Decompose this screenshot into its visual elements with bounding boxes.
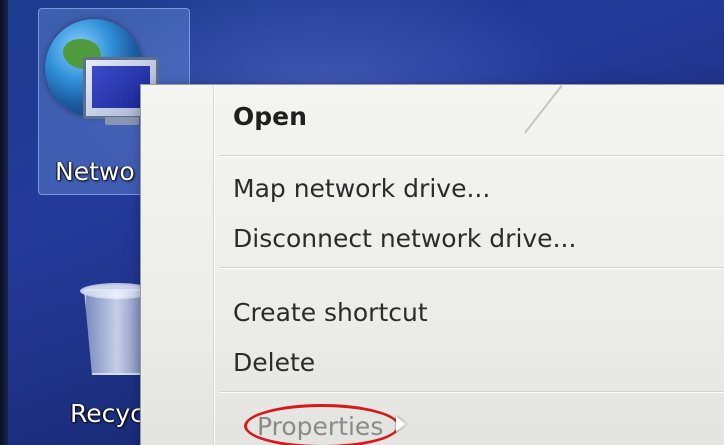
context-menu: Open Map network drive... Disconnect net…: [140, 84, 724, 445]
menu-separator: [219, 391, 724, 393]
menu-separator: [219, 155, 724, 157]
screen-bezel: [0, 0, 8, 445]
menu-item-map-network-drive[interactable]: Map network drive...: [233, 167, 721, 211]
mouse-cursor-icon: [396, 416, 406, 432]
menu-gutter: [213, 85, 215, 445]
desktop-icon-label: Netwo: [55, 157, 135, 186]
desktop: Netwo Recycle Open Map network drive... …: [0, 0, 724, 445]
menu-item-open[interactable]: Open: [233, 95, 721, 139]
menu-item-create-shortcut[interactable]: Create shortcut: [233, 291, 721, 335]
menu-separator: [219, 267, 724, 269]
red-highlight-circle: [244, 404, 400, 445]
menu-item-disconnect-network-drive[interactable]: Disconnect network drive...: [233, 217, 721, 261]
menu-item-delete[interactable]: Delete: [233, 341, 721, 385]
